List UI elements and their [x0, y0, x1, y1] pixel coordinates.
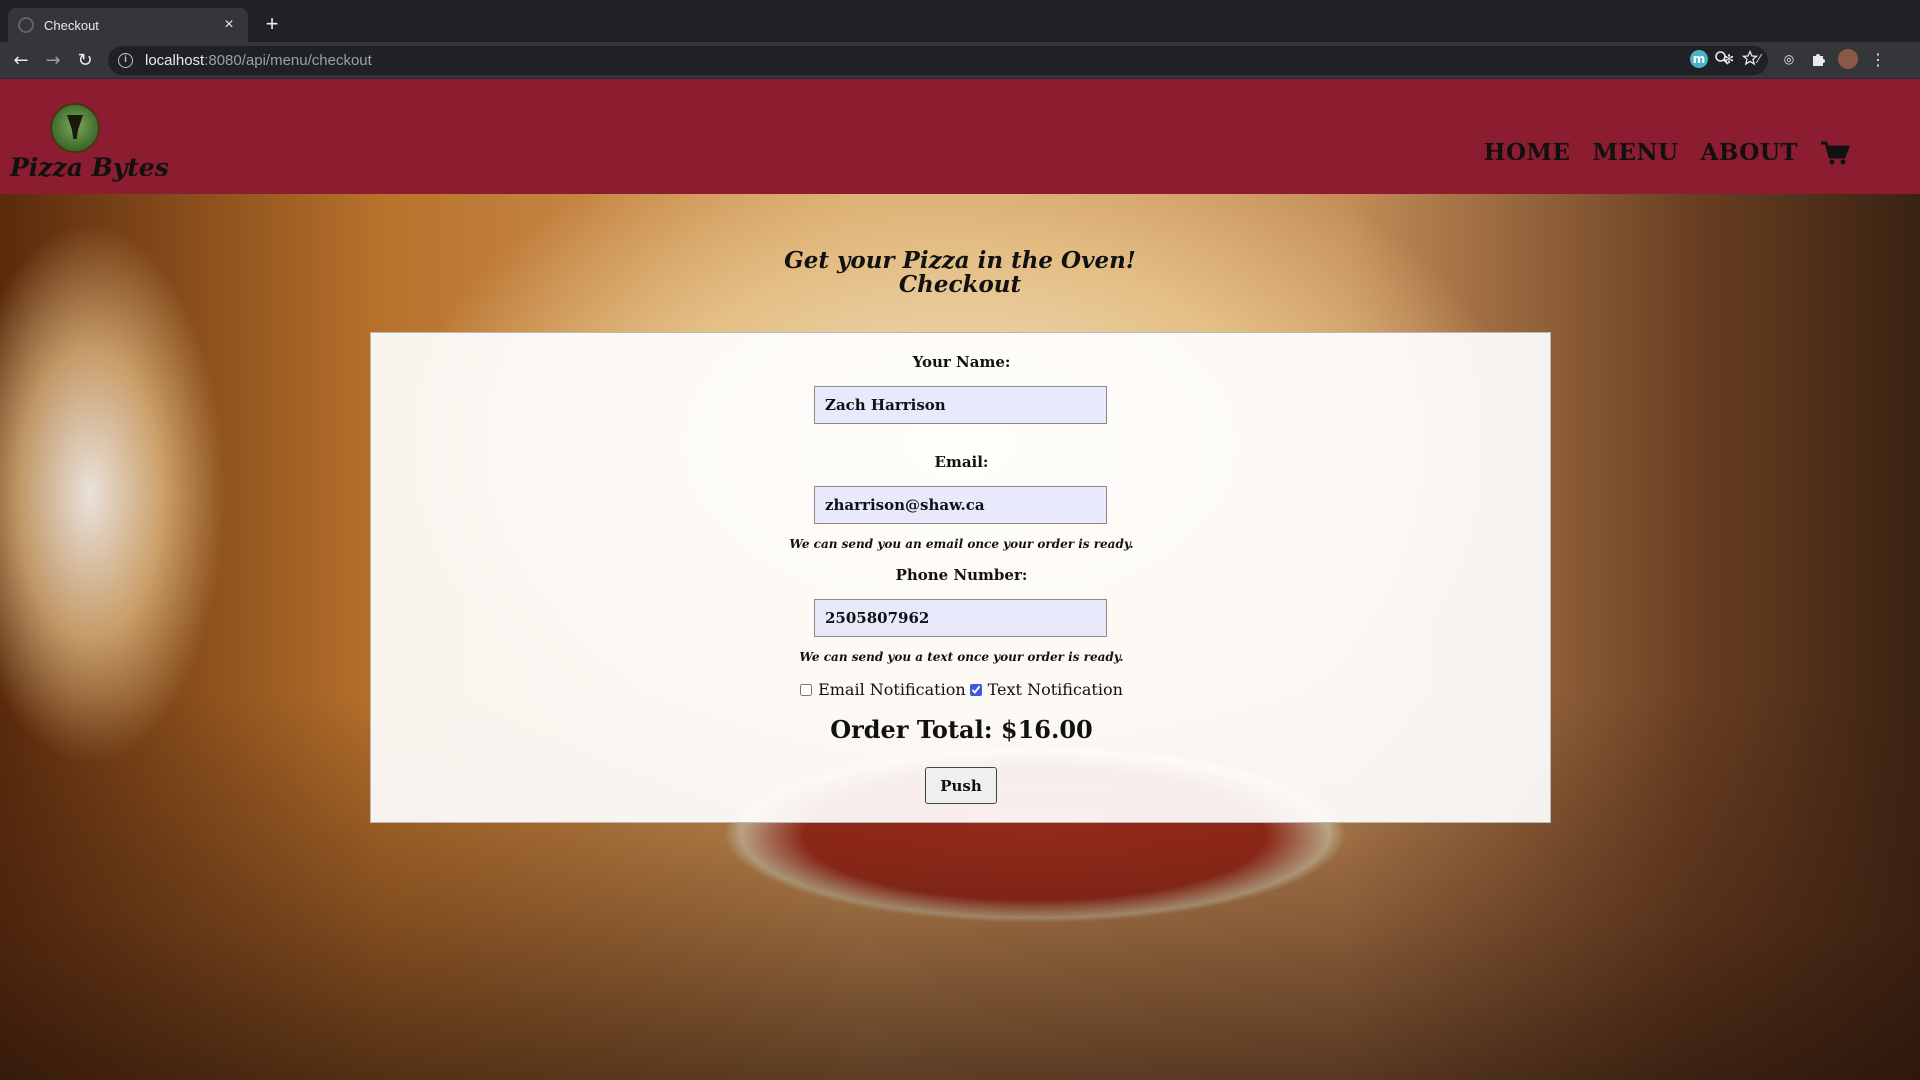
forward-icon[interactable]: → — [40, 48, 66, 74]
cart-icon[interactable] — [1820, 140, 1850, 166]
info-icon[interactable]: i — [118, 53, 133, 68]
logo-text[interactable]: Pizza Bytes — [10, 153, 169, 182]
puzzle-icon[interactable] — [1810, 51, 1826, 67]
main-nav: HOME MENU ABOUT — [1484, 139, 1850, 166]
email-notification-checkbox[interactable] — [800, 683, 813, 696]
kebab-menu-icon[interactable]: ⋮ — [1870, 50, 1886, 69]
page-title-line1: Get your Pizza in the Oven! — [784, 247, 1136, 274]
push-button[interactable]: Push — [925, 767, 997, 804]
site-header: Pizza Bytes HOME MENU ABOUT — [0, 79, 1920, 194]
web-page: Pizza Bytes HOME MENU ABOUT Get your Piz… — [0, 79, 1920, 1080]
browser-tabstrip: Checkout × + — [0, 0, 1920, 42]
globe-icon — [18, 17, 34, 33]
checkout-form: Your Name: Email: We can send you an ema… — [370, 332, 1551, 823]
nav-menu[interactable]: MENU — [1593, 139, 1679, 166]
close-icon[interactable]: × — [220, 16, 238, 34]
url-host: localhost — [145, 52, 205, 69]
email-notification-label[interactable]: Email Notification — [818, 680, 966, 699]
address-bar[interactable]: i localhost:8080/api/menu/checkout — [108, 46, 1768, 75]
email-hint: We can send you an email once your order… — [789, 537, 1134, 551]
text-notification-checkbox[interactable] — [969, 683, 982, 696]
email-label: Email: — [934, 453, 989, 471]
text-notification-label[interactable]: Text Notification — [988, 680, 1123, 699]
new-tab-button[interactable]: + — [258, 10, 286, 38]
gear-icon[interactable]: ✻ — [1720, 50, 1738, 68]
pen-icon[interactable]: ⁄ — [1750, 50, 1768, 68]
logo-icon[interactable] — [50, 103, 100, 153]
page-title: Get your Pizza in the Oven! Checkout — [0, 249, 1920, 297]
profile-avatar[interactable] — [1838, 49, 1858, 69]
notification-options: Email Notification Text Notification — [371, 680, 1552, 699]
nav-about[interactable]: ABOUT — [1701, 139, 1798, 166]
nav-home[interactable]: HOME — [1484, 139, 1571, 166]
tab-title: Checkout — [44, 17, 99, 33]
page-title-line2: Checkout — [898, 271, 1022, 298]
extension-tray: m ✻ ⁄ ◎ ⋮ — [1690, 49, 1886, 69]
name-input[interactable] — [814, 386, 1107, 424]
name-label: Your Name: — [912, 353, 1011, 371]
phone-label: Phone Number: — [895, 566, 1028, 584]
email-input[interactable] — [814, 486, 1107, 524]
target-icon[interactable]: ◎ — [1780, 50, 1798, 68]
order-total: Order Total: $16.00 — [830, 715, 1093, 744]
phone-hint: We can send you a text once your order i… — [799, 650, 1124, 664]
browser-toolbar: ← → ↻ i localhost:8080/api/menu/checkout — [0, 42, 1920, 79]
reload-icon[interactable]: ↻ — [72, 48, 98, 74]
browser-tab[interactable]: Checkout × — [8, 8, 248, 42]
phone-input[interactable] — [814, 599, 1107, 637]
back-icon[interactable]: ← — [8, 48, 34, 74]
extension-icon[interactable]: m — [1690, 50, 1708, 68]
url-path: :8080/api/menu/checkout — [204, 52, 372, 69]
url-text: localhost:8080/api/menu/checkout — [145, 52, 372, 69]
